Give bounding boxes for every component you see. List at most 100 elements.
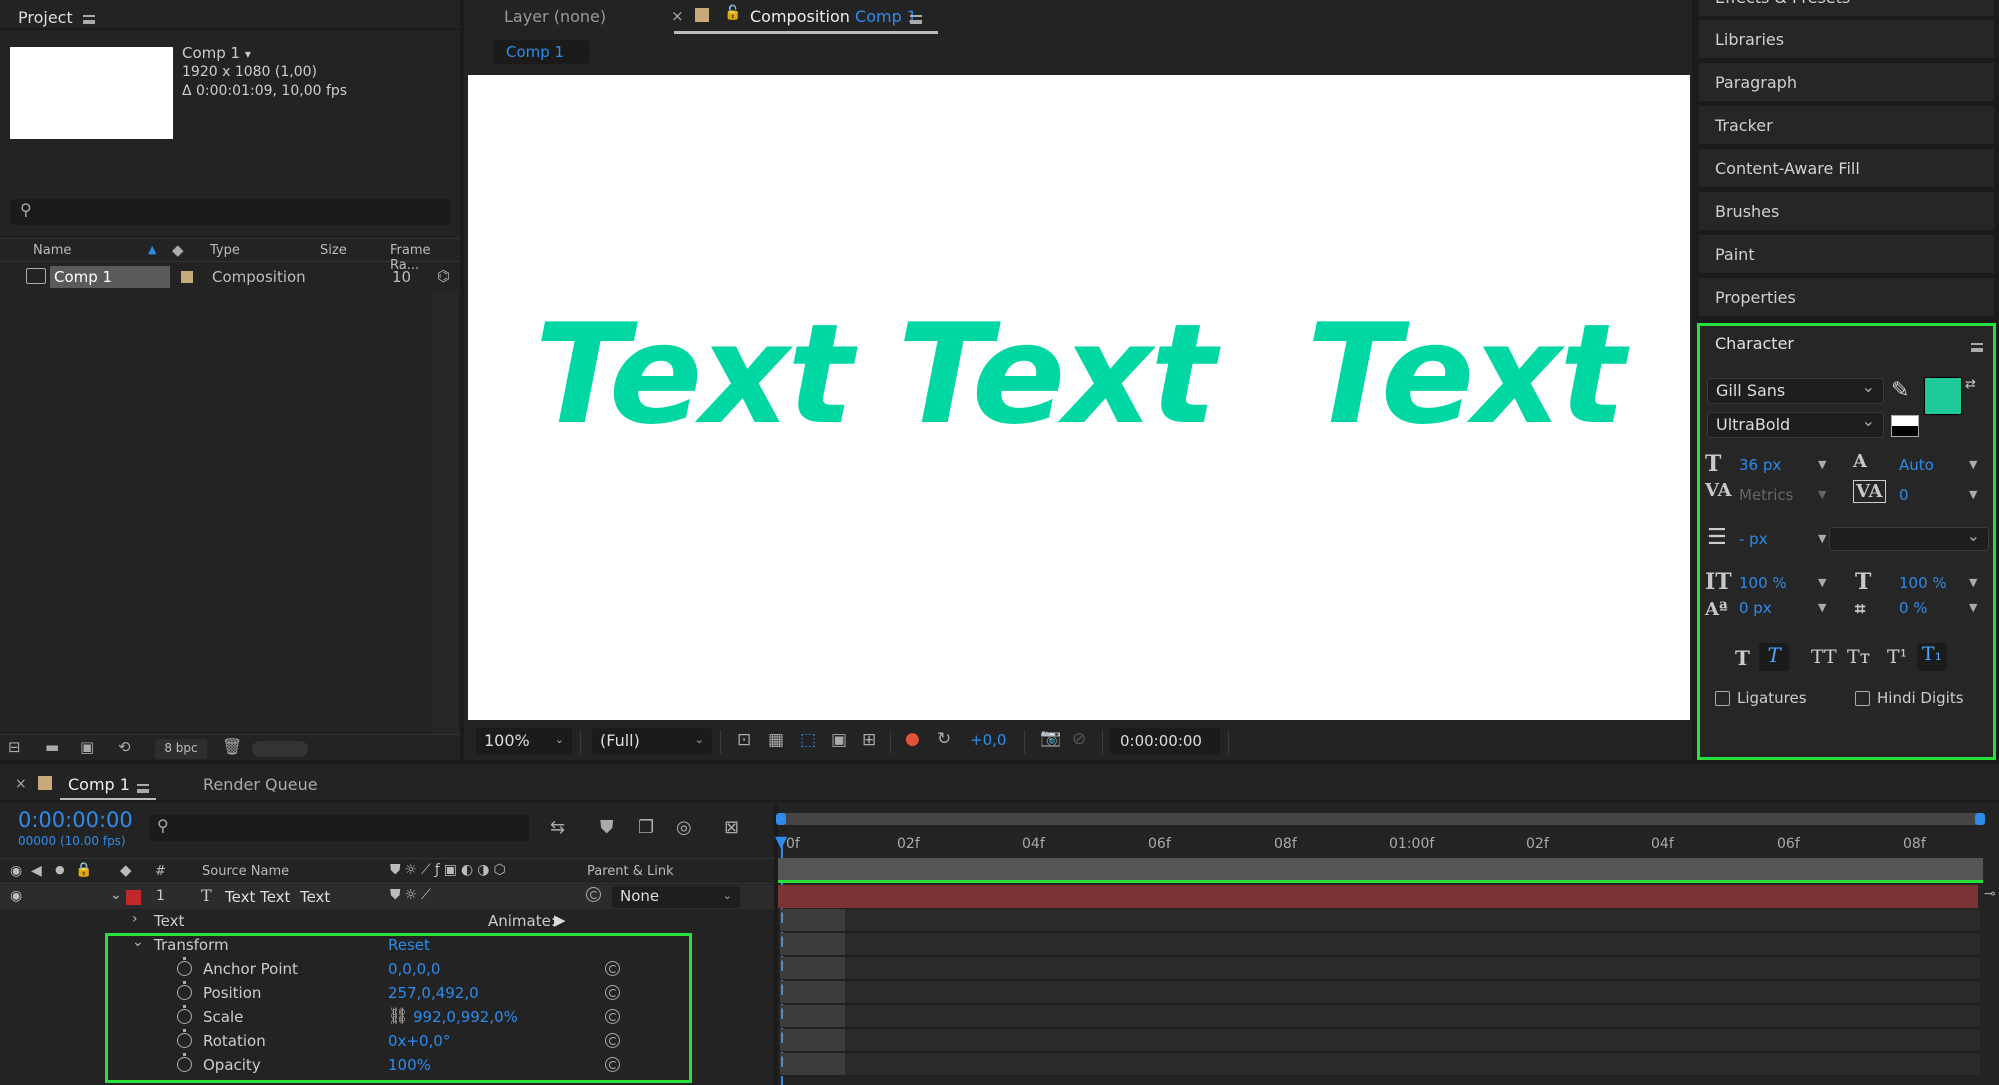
thumbnail-slider[interactable] [252, 741, 308, 757]
tsume-value[interactable]: 0 % [1899, 599, 1928, 617]
camera-snapshot-icon[interactable]: 📷 [1040, 728, 1061, 748]
flowchart-icon[interactable]: ⌬ [437, 267, 450, 285]
audio-icon[interactable]: ◀ [31, 863, 42, 879]
work-area-strip[interactable] [778, 858, 1983, 880]
show-snapshot-icon[interactable]: ⊘ [1072, 729, 1086, 749]
layer-duration-bar[interactable] [778, 885, 1978, 908]
track-end-handle-icon[interactable]: ⊸ [1984, 886, 1996, 902]
rotation-row[interactable]: Rotation 0x+0,0° [0, 1029, 774, 1053]
expression-pick-whip-icon[interactable] [605, 1057, 620, 1076]
sidebar-item-effects-presets[interactable]: Effects & Presets [1699, 0, 1994, 18]
sort-up-icon[interactable]: ▲ [148, 243, 156, 256]
tab-timeline-comp[interactable]: Comp 1 [68, 775, 130, 794]
vertical-scale-value[interactable]: 100 % [1739, 574, 1787, 592]
stopwatch-icon[interactable] [177, 1053, 192, 1076]
column-name[interactable]: Name [33, 243, 71, 258]
font-style-dropdown[interactable]: UltraBold [1707, 411, 1884, 438]
bpc-button[interactable]: 8 bpc [155, 739, 207, 759]
tab-render-queue[interactable]: Render Queue [203, 775, 318, 794]
chevron-down-icon[interactable]: ▼ [1818, 601, 1826, 614]
region-of-interest-icon[interactable]: ▣ [831, 730, 847, 750]
ligatures-checkbox[interactable] [1715, 691, 1730, 706]
lock-icon[interactable]: 🔒 [75, 862, 92, 878]
viewer-timecode[interactable]: 0:00:00:00 [1110, 728, 1220, 754]
expression-pick-whip-icon[interactable] [605, 985, 620, 1004]
project-search-input[interactable]: ⚲ [10, 199, 450, 225]
work-area-end-handle[interactable] [1975, 813, 1985, 825]
project-settings-icon[interactable]: ⟲ [118, 738, 131, 756]
transform-reset-link[interactable]: Reset [388, 936, 430, 954]
column-parent-link[interactable]: Parent & Link [587, 864, 674, 879]
comp-name-info[interactable]: Comp 1 ▾ [182, 44, 251, 62]
position-row[interactable]: Position 257,0,492,0 [0, 981, 774, 1005]
hide-shy-layers-icon[interactable]: ❐ [638, 817, 654, 838]
new-folder-icon[interactable]: ▬ [45, 738, 59, 756]
chevron-down-icon[interactable]: ▼ [1969, 488, 1977, 501]
column-source-name[interactable]: Source Name [202, 864, 289, 879]
default-colors-icon[interactable] [1891, 415, 1919, 437]
swap-colors-icon[interactable]: ⇄ [1965, 377, 1976, 392]
work-area-bar[interactable] [776, 813, 1985, 825]
collapse-chevron-icon[interactable]: ⌄ [110, 887, 122, 903]
zoom-dropdown[interactable]: 100% ⌄ [476, 728, 572, 754]
close-icon[interactable]: × [671, 7, 684, 25]
label-tag-icon[interactable]: ◆ [120, 861, 132, 879]
position-value[interactable]: 257,0,492,0 [388, 984, 479, 1002]
constrain-proportions-link-icon[interactable]: ⛓ [388, 1006, 408, 1025]
animate-play-icon[interactable]: ▶ [554, 911, 566, 929]
faux-italic-button[interactable]: T [1759, 643, 1789, 671]
superscript-button[interactable]: T¹ [1887, 646, 1907, 668]
composition-canvas[interactable]: Text Text Text [468, 75, 1690, 720]
tracking-value[interactable]: 0 [1899, 486, 1909, 504]
anchor-point-row[interactable]: Anchor Point 0,0,0,0 [0, 957, 774, 981]
eyedropper-icon[interactable]: ✎ [1891, 378, 1909, 403]
resolution-dropdown[interactable]: (Full) ⌄ [592, 728, 712, 754]
expand-chevron-icon[interactable]: › [132, 911, 138, 927]
hindi-digits-checkbox[interactable] [1855, 691, 1870, 706]
column-type[interactable]: Type [210, 243, 240, 258]
parent-dropdown[interactable]: None ⌄ [612, 886, 740, 908]
video-eye-icon[interactable]: ◉ [10, 863, 22, 879]
chevron-down-icon[interactable]: ▼ [1818, 458, 1826, 471]
stopwatch-icon[interactable] [177, 981, 192, 1004]
subscript-button[interactable]: T₁ [1917, 643, 1947, 671]
chevron-down-icon[interactable]: ▼ [1969, 576, 1977, 589]
horizontal-scale-value[interactable]: 100 % [1899, 574, 1947, 592]
sidebar-item-properties[interactable]: Properties [1699, 278, 1994, 318]
stroke-type-dropdown[interactable] [1829, 526, 1989, 551]
project-menu-icon[interactable] [83, 10, 95, 28]
grid-guides-icon[interactable]: ⊞ [862, 730, 876, 750]
label-tag-icon[interactable]: ◆ [172, 241, 184, 259]
timeline-search-input[interactable]: ⚲ [149, 815, 529, 841]
sidebar-item-content-aware-fill[interactable]: Content-Aware Fill [1699, 149, 1994, 189]
sidebar-item-brushes[interactable]: Brushes [1699, 192, 1994, 232]
font-family-dropdown[interactable]: Gill Sans [1707, 377, 1884, 404]
pick-whip-icon[interactable] [586, 887, 601, 906]
project-row-comp[interactable]: Comp 1 Composition 10 ⌬ [0, 264, 460, 290]
layer-name[interactable]: Text Text Text [225, 888, 330, 906]
opacity-value[interactable]: 100% [388, 1056, 431, 1074]
new-composition-icon[interactable]: ▣ [80, 738, 94, 756]
anchor-point-value[interactable]: 0,0,0,0 [388, 960, 440, 978]
composition-mini-flowchart-icon[interactable]: ⇆ [550, 817, 565, 838]
expression-pick-whip-icon[interactable] [605, 1033, 620, 1052]
chevron-down-icon[interactable]: ▼ [1969, 601, 1977, 614]
layer-switches-icons[interactable]: ⛊☼⟋ƒ▣◐◑⬡ [390, 862, 510, 878]
chevron-down-icon[interactable]: ▼ [1818, 532, 1826, 545]
kerning-value[interactable]: Metrics [1739, 486, 1793, 504]
stroke-width-value[interactable]: - px [1739, 530, 1768, 548]
trash-icon[interactable]: 🗑 [222, 737, 242, 756]
transparency-grid-icon[interactable]: ▦ [768, 730, 784, 750]
opacity-row[interactable]: Opacity 100% [0, 1053, 774, 1077]
tab-composition[interactable]: Composition Comp 1 [750, 7, 917, 26]
chevron-down-icon[interactable]: ▼ [1969, 458, 1977, 471]
label-color-swatch[interactable] [181, 271, 193, 283]
timeline-menu-icon[interactable] [137, 779, 149, 797]
scale-value[interactable]: 992,0,992,0% [413, 1008, 518, 1026]
interpret-footage-icon[interactable]: ⊟ [8, 738, 21, 756]
expression-pick-whip-icon[interactable] [605, 961, 620, 980]
character-panel-title[interactable]: Character [1715, 334, 1794, 353]
stopwatch-icon[interactable] [177, 1029, 192, 1052]
faux-bold-button[interactable]: T [1735, 646, 1750, 670]
character-menu-icon[interactable] [1971, 338, 1983, 356]
